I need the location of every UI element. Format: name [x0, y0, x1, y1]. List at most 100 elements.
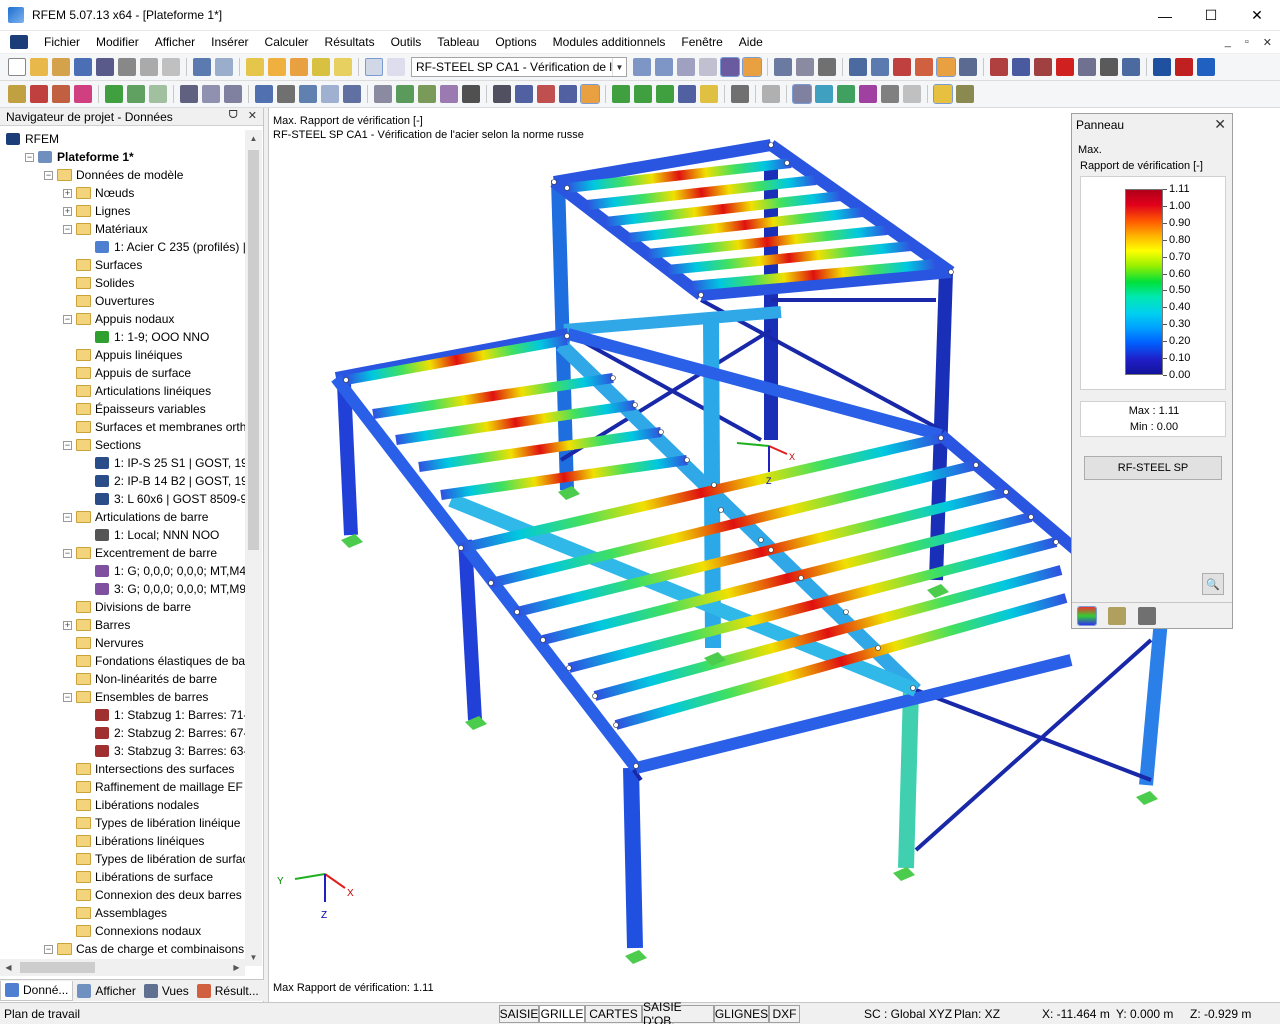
deformation-icon[interactable]	[677, 58, 695, 76]
section-view-icon[interactable]	[796, 58, 814, 76]
nodal-support[interactable]	[1136, 791, 1158, 805]
tree-item[interactable]: − Cas de charge et combinaisons	[44, 940, 244, 958]
menu-resultats[interactable]: Résultats	[317, 31, 383, 53]
collapse-icon[interactable]: −	[63, 512, 72, 522]
support-icon[interactable]	[105, 85, 123, 103]
zoom-icon[interactable]	[959, 58, 977, 76]
girder[interactable]	[634, 654, 1073, 774]
scroll-right-arrow-icon[interactable]: ▶	[228, 959, 245, 976]
color-scale-bar[interactable]	[1125, 189, 1163, 375]
factors-tab-icon[interactable]	[1108, 606, 1126, 625]
tree-item[interactable]: 1: Stabzug 1: Barres: 71-68,	[82, 706, 245, 724]
tree-item[interactable]: 1: 1-9; OOO NNO	[82, 328, 209, 346]
menu-fichier[interactable]: Fichier	[36, 31, 88, 53]
tree-item[interactable]: − Appuis nodaux	[63, 310, 174, 328]
insert-node-icon[interactable]	[8, 85, 26, 103]
tree-item[interactable]: + Nœuds	[63, 184, 134, 202]
node[interactable]	[551, 179, 557, 185]
new-file-icon[interactable]	[8, 58, 26, 76]
filter-icon[interactable]	[493, 85, 511, 103]
scroll-down-arrow-icon[interactable]: ▼	[245, 949, 262, 966]
global-axis-y[interactable]	[294, 873, 326, 880]
column[interactable]	[337, 383, 358, 536]
wireframe-icon[interactable]	[396, 85, 414, 103]
node[interactable]	[875, 645, 881, 651]
node[interactable]	[768, 547, 774, 553]
menu-modules[interactable]: Modules additionnels	[545, 31, 674, 53]
transparent-icon[interactable]	[440, 85, 458, 103]
collapse-icon[interactable]: −	[44, 170, 53, 180]
navigator-close-icon[interactable]: ✕	[248, 109, 257, 122]
node[interactable]	[1003, 489, 1009, 495]
tree-item[interactable]: 1: G; 0,0,0; 0,0,0; MT,M40M	[82, 562, 245, 580]
next-case-icon[interactable]	[655, 58, 673, 76]
tree-item[interactable]: 2: IP-B 14 B2 | GOST, 1994;	[82, 472, 245, 490]
tree-item[interactable]: Nervures	[63, 634, 144, 652]
column[interactable]	[623, 767, 643, 949]
mdi-minimize-button[interactable]: _	[1225, 36, 1231, 48]
grid-icon[interactable]	[849, 58, 867, 76]
print-icon[interactable]	[118, 58, 136, 76]
collapse-icon[interactable]: −	[44, 944, 53, 954]
collapse-icon[interactable]: −	[63, 224, 72, 234]
status-cartes-button[interactable]: CARTES	[585, 1005, 642, 1023]
tree-horizontal-scrollbar[interactable]: ◀ ▶	[0, 959, 245, 976]
rf-steel-sp-button[interactable]: RF-STEEL SP	[1084, 456, 1222, 480]
bracing[interactable]	[915, 688, 1152, 782]
nodal-support[interactable]	[625, 950, 647, 964]
tree-item[interactable]: Intersections des surfaces	[63, 760, 234, 778]
node[interactable]	[910, 685, 916, 691]
tree-item[interactable]: Articulations linéiques	[63, 382, 211, 400]
view-front-icon[interactable]	[321, 85, 339, 103]
surface-support-icon[interactable]	[149, 85, 167, 103]
node[interactable]	[343, 377, 349, 383]
axis-x-icon[interactable]	[612, 85, 630, 103]
nodal-support[interactable]	[893, 867, 915, 881]
tree-item[interactable]: Surfaces	[63, 256, 142, 274]
tree-item[interactable]: − Excentrement de barre	[63, 544, 217, 562]
node[interactable]	[514, 609, 520, 615]
status-glignes-button[interactable]: GLIGNES	[714, 1005, 769, 1023]
lines-icon[interactable]	[859, 85, 877, 103]
rfem-menu-icon[interactable]	[10, 35, 28, 49]
print-preview-icon[interactable]	[140, 58, 158, 76]
graphics-icon[interactable]	[792, 84, 812, 104]
expand-icon[interactable]: +	[63, 206, 72, 216]
menu-options[interactable]: Options	[487, 31, 544, 53]
tree-item[interactable]: Libérations linéiques	[63, 832, 204, 850]
animation-icon[interactable]	[774, 58, 792, 76]
values-toggle-icon[interactable]	[699, 58, 717, 76]
dimension-icon[interactable]	[762, 85, 780, 103]
nodal-support[interactable]	[927, 584, 949, 598]
view-iso-icon[interactable]	[255, 85, 273, 103]
tree-item[interactable]: − Données de modèle	[44, 166, 183, 184]
show-results-icon[interactable]	[312, 58, 330, 76]
node[interactable]	[564, 185, 570, 191]
display-icon[interactable]	[580, 84, 600, 104]
node[interactable]	[610, 375, 616, 381]
status-saisie-ob-button[interactable]: SAISIE D'OB.	[642, 1000, 714, 1024]
floor-beam[interactable]	[345, 335, 568, 385]
settings-icon[interactable]	[731, 85, 749, 103]
axis-y-icon[interactable]	[634, 85, 652, 103]
load-case-select[interactable]: RF-STEEL SP CA1 - Vérification de l'acie…	[411, 57, 627, 77]
node[interactable]	[1053, 539, 1059, 545]
collapse-icon[interactable]: −	[63, 314, 72, 324]
filter-tab-icon[interactable]	[1138, 606, 1156, 625]
render-icon[interactable]	[462, 85, 480, 103]
node[interactable]	[698, 292, 704, 298]
axis-y-arrow[interactable]	[736, 442, 770, 447]
tree-item[interactable]: Libérations de surface	[63, 868, 213, 886]
tree-item[interactable]: Connexion des deux barres	[63, 886, 242, 904]
rotate-icon[interactable]	[915, 58, 933, 76]
expand-icon[interactable]: +	[63, 188, 72, 198]
menu-calculer[interactable]: Calculer	[257, 31, 317, 53]
insert-member-icon[interactable]	[52, 85, 70, 103]
open-example-icon[interactable]	[52, 58, 70, 76]
move-icon[interactable]	[893, 58, 911, 76]
solid-icon[interactable]	[418, 85, 436, 103]
node[interactable]	[711, 482, 717, 488]
tree-item[interactable]: Surfaces et membranes ortho	[63, 418, 245, 436]
max-min-values-icon[interactable]	[742, 57, 762, 77]
menu-modifier[interactable]: Modifier	[88, 31, 147, 53]
